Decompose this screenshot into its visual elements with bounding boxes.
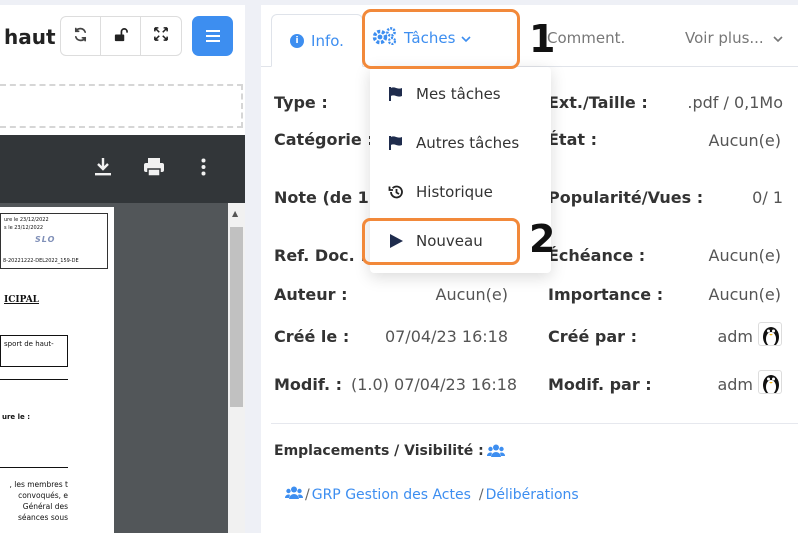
menu-item-label: Autres tâches: [416, 134, 520, 152]
pdf-subject-box: sport de haut-: [0, 335, 68, 367]
stamp-ref: 8-20221222-DEL2022_159-DE: [3, 258, 79, 264]
field-auteur-label: Auteur :: [274, 285, 348, 304]
more-vert-icon[interactable]: [201, 157, 206, 181]
drop-zone[interactable]: [0, 84, 243, 128]
pdf-stamp: ure le 23/12/2022 s le 23/12/2022 SLO 8-…: [0, 213, 108, 269]
pdf-viewer[interactable]: ure le 23/12/2022 s le 23/12/2022 SLO 8-…: [0, 203, 245, 533]
refresh-button[interactable]: [61, 17, 101, 55]
menu-item-historique[interactable]: Historique: [388, 183, 493, 201]
group-icon: [284, 485, 304, 505]
field-ext-taille-label: Ext./Taille :: [548, 93, 648, 112]
menu-item-mes-taches[interactable]: Mes tâches: [388, 85, 501, 103]
pdf-bold-line: ure le :: [2, 413, 31, 421]
field-auteur-value: Aucun(e): [435, 285, 509, 304]
tab-info-label: Info.: [311, 31, 344, 50]
tab-info[interactable]: i Info.: [271, 14, 363, 67]
field-ext-taille-value: .pdf / 0,1Mo: [687, 93, 783, 112]
field-cree-par-value: adm: [717, 327, 753, 346]
avatar[interactable]: [758, 322, 782, 346]
location-path: / GRP Gestion des Actes / Délibérations: [284, 485, 579, 505]
field-categorie-label: Catégorie :: [274, 130, 374, 149]
download-icon[interactable]: [94, 157, 112, 182]
field-modif-value: (1.0) 07/04/23 16:18: [351, 375, 518, 394]
section-divider: [271, 423, 798, 424]
menu-button[interactable]: [192, 16, 233, 56]
pdf-heading: ICIPAL: [4, 295, 40, 305]
pdf-scrollbar[interactable]: ▲: [228, 203, 245, 533]
print-icon[interactable]: [143, 157, 165, 182]
field-ref-doc-label: Ref. Doc. :: [274, 246, 367, 265]
step-number-1: 1: [529, 17, 556, 61]
field-modif-par-value: adm: [717, 375, 753, 394]
info-icon: i: [290, 33, 305, 48]
flag-icon: [388, 86, 404, 102]
path-separator: /: [305, 487, 310, 503]
highlight-box-nouveau: [362, 218, 520, 265]
field-popularite-value: 0/ 1: [752, 188, 783, 207]
menu-icon: [205, 26, 220, 47]
toolbar-button-group: [60, 16, 182, 56]
tab-voir-plus[interactable]: Voir plus...: [685, 29, 784, 47]
unlock-icon: [113, 27, 128, 46]
path-link-group[interactable]: GRP Gestion des Actes: [312, 487, 471, 503]
penguin-icon: [763, 327, 779, 345]
emplacements-label: Emplacements / Visibilité :: [274, 443, 484, 459]
scrollbar-thumb[interactable]: [230, 227, 243, 407]
field-modif-label: Modif. :: [274, 375, 342, 394]
pdf-paragraph: , les membres t convoqués, e Général des…: [9, 480, 68, 522]
field-echeance-value: Aucun(e): [708, 246, 782, 265]
history-icon: [388, 184, 404, 200]
stamp-line: ure le 23/12/2022: [4, 217, 49, 223]
expand-button[interactable]: [141, 17, 181, 55]
pdf-rule: [0, 379, 68, 380]
document-title: haut: [4, 25, 56, 49]
tab-comment[interactable]: Comment.: [547, 29, 625, 47]
field-type-label: Type :: [274, 93, 328, 112]
field-importance-label: Importance :: [548, 285, 664, 304]
field-etat-value: Aucun(e): [708, 131, 782, 150]
menu-item-autres-taches[interactable]: Autres tâches: [388, 134, 519, 152]
field-cree-le-value: 07/04/23 16:18: [384, 327, 508, 346]
field-echeance-label: Échéance :: [548, 246, 646, 265]
step-number-2: 2: [529, 217, 556, 261]
users-icon[interactable]: [486, 443, 506, 463]
document-preview-panel: haut ure le 23/12/2022 s le 23/12/2022 S…: [0, 5, 245, 533]
refresh-icon: [73, 27, 88, 46]
flag-icon: [388, 135, 404, 151]
field-etat-label: État :: [548, 130, 597, 149]
avatar[interactable]: [758, 370, 782, 394]
penguin-icon: [763, 375, 779, 393]
stamp-line: s le 23/12/2022: [4, 225, 44, 231]
tab-voir-plus-label: Voir plus...: [685, 29, 764, 47]
pdf-page: ure le 23/12/2022 s le 23/12/2022 SLO 8-…: [0, 207, 114, 533]
expand-icon: [154, 27, 168, 45]
field-cree-par-label: Créé par :: [548, 327, 638, 346]
field-modif-par-label: Modif. par :: [548, 375, 652, 394]
field-importance-value: Aucun(e): [708, 285, 782, 304]
highlight-box-taches: [362, 9, 520, 69]
field-cree-le-label: Créé le :: [274, 327, 350, 346]
pdf-toolbar: [0, 135, 245, 203]
field-popularite-label: Popularité/Vues :: [548, 188, 704, 207]
stamp-logo: SLO: [35, 235, 56, 244]
menu-item-label: Historique: [416, 183, 493, 201]
path-separator: /: [478, 487, 484, 503]
pdf-rule: [0, 467, 68, 468]
chevron-down-icon: [768, 29, 784, 47]
unlock-button[interactable]: [101, 17, 141, 55]
scroll-up-icon[interactable]: ▲: [232, 209, 238, 218]
menu-item-label: Mes tâches: [416, 85, 501, 103]
path-link-folder[interactable]: Délibérations: [486, 487, 579, 503]
